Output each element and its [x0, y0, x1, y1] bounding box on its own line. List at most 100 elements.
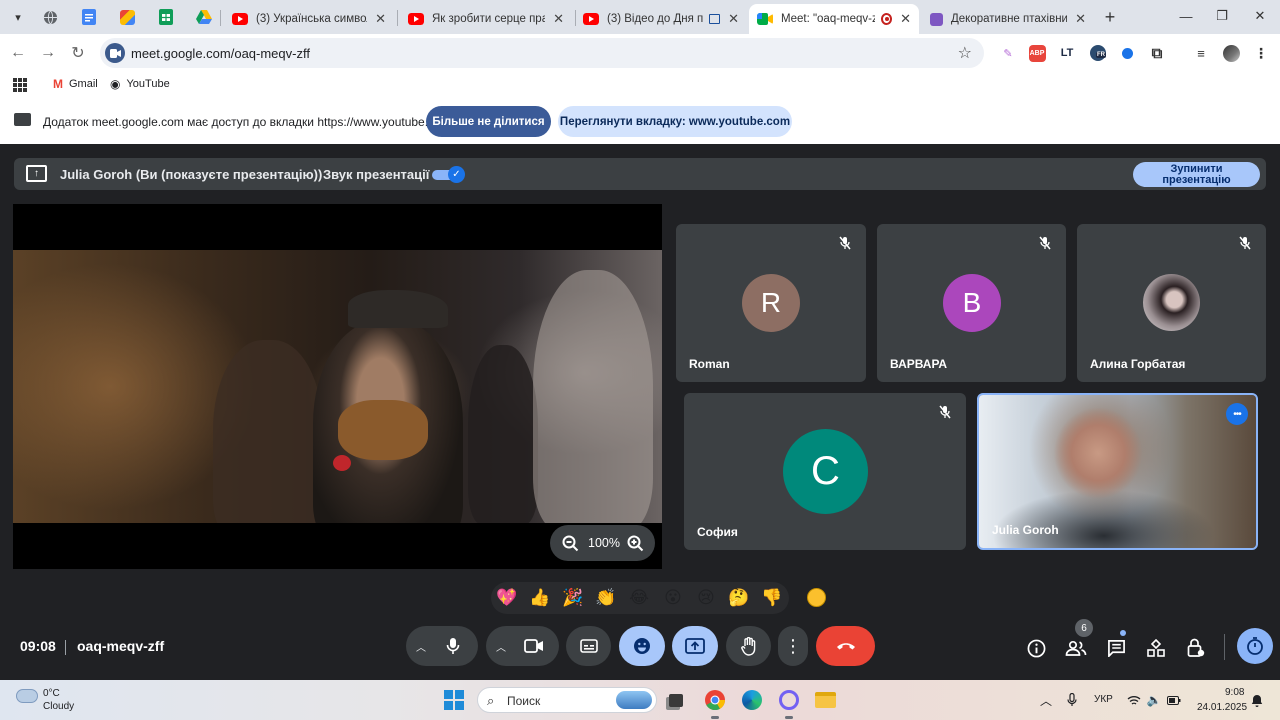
site-settings-icon[interactable] — [105, 43, 125, 63]
stop-sharing-button[interactable]: Більше не ділитися — [426, 106, 551, 137]
participant-tile-alina[interactable]: Алина Горбатая — [1077, 224, 1266, 382]
battery-icon[interactable] — [1166, 692, 1182, 708]
raise-hand-button[interactable] — [726, 626, 771, 666]
activities-button[interactable] — [1144, 636, 1168, 660]
reactions-button[interactable] — [619, 626, 665, 666]
more-options-button[interactable]: ••• — [1226, 403, 1248, 425]
reaction-laughing[interactable]: 😂 — [627, 586, 651, 610]
close-icon[interactable]: ✕ — [553, 11, 564, 27]
stop-presenting-button[interactable]: Зупинити презентацію — [1133, 162, 1260, 187]
languagetool-extension[interactable]: LT — [1057, 43, 1077, 63]
tab-google-meet[interactable]: Meet: "oaq-meqv-zff" ✕ — [749, 4, 919, 34]
tab-ukrainian-symbols[interactable]: (3) Українська символіка ✕ — [224, 4, 394, 34]
reaction-thumbs-up[interactable]: 👍 — [528, 586, 552, 610]
extensions-button[interactable]: ⧉ — [1147, 43, 1167, 63]
notification-bell-icon[interactable] — [1249, 692, 1265, 708]
chevron-up-icon[interactable]: ︿ — [1038, 692, 1054, 708]
captions-button[interactable] — [566, 626, 611, 666]
forward-button[interactable]: → — [37, 42, 59, 64]
leave-call-button[interactable] — [816, 626, 875, 666]
reaction-party-popper[interactable]: 🎉 — [561, 586, 585, 610]
people-button[interactable] — [1064, 636, 1088, 660]
taskbar-task-view[interactable] — [664, 688, 688, 712]
tab-decorative-poultry[interactable]: Декоративне птахівниц ✕ — [922, 4, 1094, 34]
input-language[interactable]: УКР — [1094, 694, 1113, 705]
avatar — [1143, 274, 1200, 331]
reaction-thinking[interactable]: 🤔 — [727, 586, 751, 610]
start-button[interactable] — [444, 690, 464, 710]
tab-search-button[interactable]: ▾ — [8, 7, 28, 27]
chrome-menu-button[interactable]: ⋮ — [1251, 43, 1271, 63]
avatar: R — [742, 274, 800, 332]
bookmark-star-icon[interactable]: ☆ — [958, 43, 972, 63]
zoom-in-icon[interactable] — [625, 533, 645, 553]
reaction-crying[interactable]: 😢 — [694, 586, 718, 610]
pinned-tab-sheets[interactable] — [154, 6, 178, 28]
back-button[interactable]: ← — [7, 42, 29, 64]
tab-memory-day-video[interactable]: (3) Відео до Дня пам ✕ — [575, 4, 747, 34]
bookmark-gmail[interactable]: M Gmail — [53, 77, 98, 91]
tab-strip: ▾ (3) Українська символіка ✕ Як зробити … — [0, 0, 1280, 34]
reaction-thumbs-down[interactable]: 👎 — [760, 586, 784, 610]
more-options-button[interactable]: ⋮ — [778, 626, 808, 666]
presentation-sound-toggle[interactable]: ✓ — [432, 166, 465, 183]
close-window-button[interactable]: ✕ — [1245, 5, 1275, 27]
taskbar-viber[interactable] — [777, 688, 801, 712]
media-control-button[interactable]: ≡ — [1191, 43, 1211, 63]
pen-extension-icon[interactable]: ✎ — [998, 43, 1018, 63]
weather-description[interactable]: Cloudy — [43, 701, 74, 712]
taskbar-edge[interactable] — [740, 688, 764, 712]
chevron-up-icon[interactable]: ︿ — [416, 639, 426, 654]
close-icon[interactable]: ✕ — [728, 11, 739, 27]
address-bar[interactable]: meet.google.com/oaq-meqv-zff ☆ — [100, 38, 984, 68]
camera-control[interactable]: ︿ — [486, 626, 559, 666]
clock-time[interactable]: 9:08 — [1225, 687, 1244, 698]
close-icon[interactable]: ✕ — [1075, 11, 1086, 27]
volume-icon[interactable]: 🔈 — [1146, 692, 1162, 708]
tab-heart-flag[interactable]: Як зробити серце прапор ✕ — [400, 4, 572, 34]
pinned-tab-jamboard[interactable] — [115, 6, 139, 28]
minimize-button[interactable]: — — [1171, 5, 1201, 27]
reaction-surprised[interactable]: 😮 — [661, 586, 685, 610]
timer-button[interactable] — [1237, 628, 1273, 664]
participant-tile-varvara[interactable]: B ВАРВАРА — [877, 224, 1066, 382]
bookmark-youtube[interactable]: ◉ YouTube — [110, 77, 170, 91]
chat-button[interactable] — [1104, 636, 1128, 660]
mic-icon[interactable] — [1064, 692, 1080, 708]
present-now-button[interactable] — [672, 626, 718, 666]
reaction-sparkling-heart[interactable]: 💖 — [495, 586, 519, 610]
weather-temperature[interactable]: 0°C — [43, 688, 60, 699]
translator-extension[interactable]: FR — [1088, 43, 1108, 63]
google-docs-icon — [82, 9, 96, 25]
reaction-clapping[interactable]: 👏 — [594, 586, 618, 610]
participant-tile-roman[interactable]: R Roman — [676, 224, 866, 382]
zoom-out-icon[interactable] — [560, 533, 580, 553]
skin-tone-selector[interactable] — [807, 588, 826, 607]
participant-tile-self[interactable]: ••• Julia Goroh — [977, 393, 1258, 550]
close-icon[interactable]: ✕ — [375, 11, 386, 27]
pinned-tab-globe[interactable] — [38, 6, 62, 28]
profile-button[interactable] — [1221, 43, 1241, 63]
meeting-details-button[interactable] — [1024, 636, 1048, 660]
taskbar-chrome[interactable] — [703, 688, 727, 712]
restore-button[interactable]: ❐ — [1207, 5, 1237, 27]
viber-icon — [779, 690, 799, 710]
cloud-icon[interactable] — [16, 689, 38, 703]
pinned-tab-docs[interactable] — [77, 6, 101, 28]
host-controls-button[interactable] — [1184, 636, 1208, 660]
reload-button[interactable]: ↻ — [67, 42, 89, 64]
new-tab-button[interactable]: + — [1100, 7, 1120, 27]
pinned-tab-drive[interactable] — [192, 6, 216, 28]
view-shared-tab-button[interactable]: Переглянути вкладку: www.youtube.com — [558, 106, 792, 137]
close-icon[interactable]: ✕ — [900, 11, 911, 27]
chevron-up-icon[interactable]: ︿ — [496, 639, 506, 654]
wifi-icon[interactable] — [1126, 692, 1142, 708]
clock-date[interactable]: 24.01.2025 — [1197, 702, 1247, 713]
taskbar-search[interactable]: ⌕ Поиск — [477, 687, 657, 713]
blue-dot-extension[interactable] — [1117, 43, 1137, 63]
participant-tile-sofia[interactable]: С София — [684, 393, 966, 550]
adblock-plus-extension[interactable]: ABP — [1027, 43, 1047, 63]
microphone-control[interactable]: ︿ — [406, 626, 478, 666]
taskbar-file-explorer[interactable] — [813, 688, 837, 712]
apps-grid-icon[interactable] — [13, 78, 27, 92]
